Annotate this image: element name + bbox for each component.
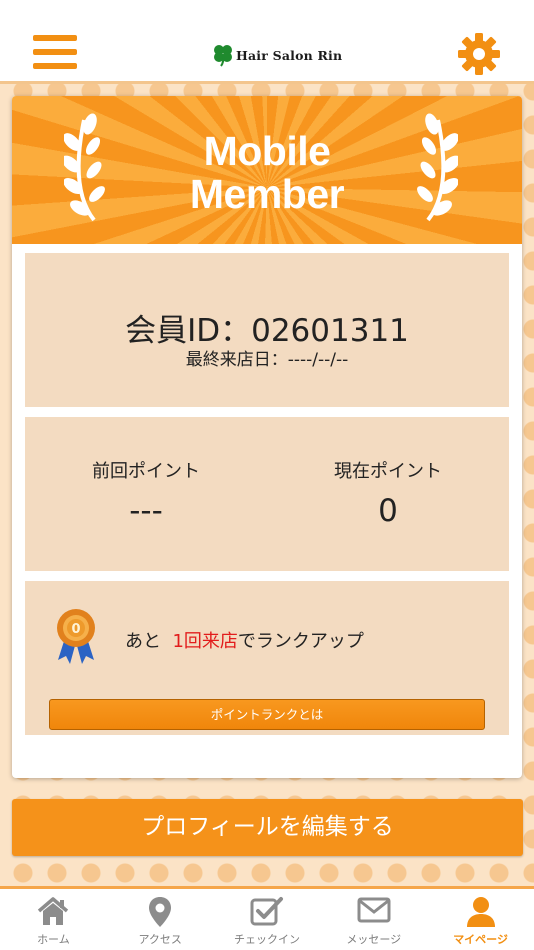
brand-logo: Hair Salon Rin [212,42,342,68]
medal-icon: 0 [57,609,95,664]
hamburger-menu-icon[interactable] [33,35,77,73]
tab-message-label: メッセージ [346,933,402,946]
tab-message[interactable]: メッセージ [320,889,427,950]
svg-text:0: 0 [71,622,80,637]
brand-name: Hair Salon Rin [236,47,343,63]
current-points-label: 現在ポイント [334,461,442,482]
map-pin-icon [149,897,172,927]
point-rank-info-button[interactable]: ポイントランクとは [49,699,485,730]
mobile-member-banner: Mobile Member [12,96,522,244]
rank-highlight: 1回来店 [172,631,238,652]
tab-mypage[interactable]: マイページ [427,889,534,950]
checkin-icon [250,897,283,926]
member-id: 会員ID：02601311 [125,313,409,349]
previous-points-label: 前回ポイント [92,461,200,482]
points-panel: 前回ポイント --- 現在ポイント 0 [25,417,509,571]
tab-mypage-label: マイページ [453,933,508,946]
current-points-value: 0 [378,493,398,529]
tab-home-label: ホーム [37,933,70,946]
mail-icon [357,897,391,923]
tab-access-label: アクセス [138,933,182,946]
member-id-panel: 会員ID：02601311 最終来店日：----/--/-- [25,253,509,407]
gear-icon[interactable] [458,33,500,75]
clover-icon [214,45,232,67]
member-card: Mobile Member 会員ID：02601311 最終来店日：----/-… [12,96,522,778]
tab-home[interactable]: ホーム [0,889,107,950]
rank-panel: 0 あと 1回来店でランクアップ ポイントランクとは [25,581,509,735]
user-icon [466,897,495,927]
last-visit-date: 最終来店日：----/--/-- [185,350,349,370]
laurel-right-icon [417,113,458,222]
previous-points-value: --- [129,493,163,529]
edit-profile-button[interactable]: プロフィールを編集する [12,799,523,856]
tab-access[interactable]: アクセス [107,889,214,950]
app-header: Hair Salon Rin [0,0,534,84]
rank-up-message: あと 1回来店でランクアップ [125,627,364,653]
bottom-tab-bar: ホーム アクセス チェックイン メッセージ マイページ [0,886,534,950]
home-icon [38,897,69,925]
rank-suffix: でランクアップ [237,631,364,652]
tab-checkin[interactable]: チェックイン [214,889,321,950]
tab-checkin-label: チェックイン [233,933,300,946]
rank-prefix: あと [125,631,161,652]
